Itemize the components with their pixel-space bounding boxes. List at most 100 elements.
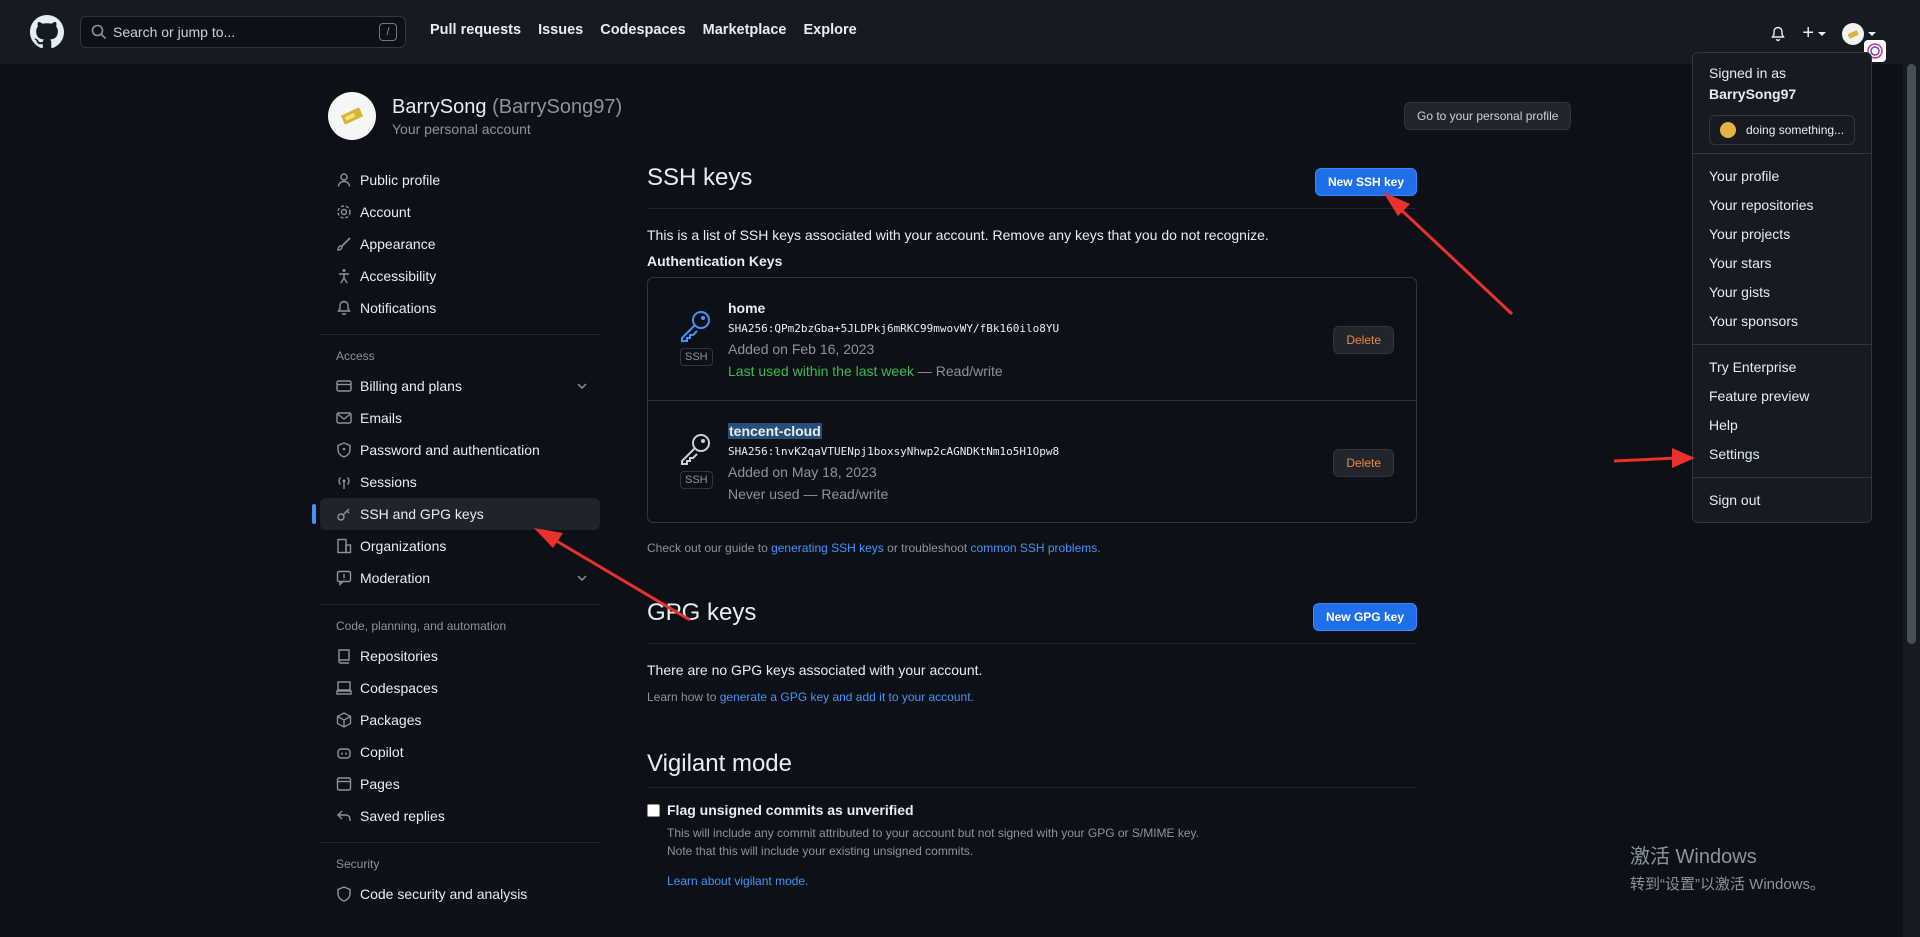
sidebar-item-packages[interactable]: Packages <box>320 704 600 736</box>
main-content: SSH keys New SSH key This is a list of S… <box>647 164 1417 888</box>
sidebar-item-billing[interactable]: Billing and plans <box>320 370 600 402</box>
nav-marketplace[interactable]: Marketplace <box>703 22 787 38</box>
reply-icon <box>337 810 351 821</box>
vigilant-section: Vigilant mode Flag unsigned commits as u… <box>647 750 1417 888</box>
nav-explore[interactable]: Explore <box>803 22 856 38</box>
sidebar-item-label: Organizations <box>360 538 447 554</box>
sidebar-item-pages[interactable]: Pages <box>320 768 600 800</box>
key-icon <box>681 311 710 342</box>
menu-sign-out[interactable]: Sign out <box>1693 486 1871 515</box>
sidebar-item-appearance[interactable]: Appearance <box>320 228 600 260</box>
ssh-badge: SSH <box>680 348 713 366</box>
profile-username: (BarrySong97) <box>492 95 623 118</box>
guide-mid: or troubleshoot <box>883 541 971 555</box>
sidebar-item-ssh-gpg-keys[interactable]: SSH and GPG keys <box>312 498 600 530</box>
credit-card-icon <box>336 380 352 392</box>
sidebar-item-saved-replies[interactable]: Saved replies <box>320 800 600 832</box>
smiley-icon <box>1720 122 1736 138</box>
sidebar-item-codespaces[interactable]: Codespaces <box>320 672 600 704</box>
user-dropdown-menu: Signed in as BarrySong97 doing something… <box>1692 52 1872 523</box>
key-icon <box>681 434 710 465</box>
sidebar-item-public-profile[interactable]: Public profile <box>320 164 600 196</box>
nav-codespaces[interactable]: Codespaces <box>600 22 685 38</box>
menu-settings[interactable]: Settings <box>1693 440 1871 469</box>
sidebar-group-security: Security <box>320 842 600 878</box>
accessibility-icon <box>339 269 349 284</box>
delete-key-button[interactable]: Delete <box>1333 449 1394 477</box>
gpg-learn-text: Learn how to generate a GPG key and add … <box>647 690 1417 704</box>
search-input[interactable]: Search or jump to... / <box>80 16 406 48</box>
arrow-to-settings <box>1613 448 1695 468</box>
sidebar-item-label: Sessions <box>360 474 417 490</box>
avatar-image-icon <box>1847 29 1859 39</box>
new-gpg-key-button[interactable]: New GPG key <box>1312 603 1417 631</box>
sidebar-item-sessions[interactable]: Sessions <box>320 466 600 498</box>
sidebar-group-code: Code, planning, and automation <box>320 604 600 640</box>
sidebar-item-code-security[interactable]: Code security and analysis <box>320 878 600 910</box>
caret-down-icon <box>1868 31 1876 36</box>
nav-issues[interactable]: Issues <box>538 22 583 38</box>
repo-icon <box>338 649 350 664</box>
new-ssh-key-button[interactable]: New SSH key <box>1314 168 1417 196</box>
vigilant-desc-line2: Note that this will include your existin… <box>667 844 974 858</box>
vigilant-title: Vigilant mode <box>647 750 1417 788</box>
sidebar-item-accessibility[interactable]: Accessibility <box>320 260 600 292</box>
shield-icon <box>337 886 351 902</box>
sidebar-item-label: Packages <box>360 712 422 728</box>
menu-your-projects[interactable]: Your projects <box>1693 220 1871 249</box>
sidebar-item-label: Billing and plans <box>360 378 462 394</box>
create-new-button[interactable]: + <box>1802 22 1826 45</box>
flag-unsigned-checkbox[interactable] <box>647 803 660 817</box>
status-text: doing something... <box>1746 123 1845 137</box>
generating-ssh-keys-link[interactable]: generating SSH keys <box>771 541 884 555</box>
menu-feature-preview[interactable]: Feature preview <box>1693 382 1871 411</box>
scrollbar-thumb[interactable] <box>1907 64 1916 644</box>
menu-help[interactable]: Help <box>1693 411 1871 440</box>
bell-icon[interactable] <box>1770 26 1786 42</box>
ssh-section-header: SSH keys New SSH key <box>647 164 1417 209</box>
gpg-empty-text: There are no GPG keys associated with yo… <box>647 662 983 678</box>
menu-your-repositories[interactable]: Your repositories <box>1693 191 1871 220</box>
page-scrollbar[interactable] <box>1903 0 1920 937</box>
generate-gpg-key-link[interactable]: generate a GPG key and add it to your ac… <box>720 690 971 704</box>
nav-pull-requests[interactable]: Pull requests <box>430 22 521 38</box>
sidebar-item-organizations[interactable]: Organizations <box>320 530 600 562</box>
delete-key-button[interactable]: Delete <box>1333 326 1394 354</box>
menu-your-profile[interactable]: Your profile <box>1693 162 1871 191</box>
signed-in-label: Signed in as <box>1709 65 1787 81</box>
gpg-section-header: GPG keys New GPG key <box>647 599 1417 644</box>
sidebar-item-label: Emails <box>360 410 403 426</box>
bell-icon <box>337 300 351 316</box>
profile-subtitle: Your personal account <box>392 120 531 137</box>
set-status-button[interactable]: doing something... <box>1709 115 1855 145</box>
key-last-used: Never used <box>728 486 800 502</box>
ssh-key-list: SSH home SHA256:QPm2bzGba+5JLDPkj6mRKC99… <box>647 277 1417 523</box>
sidebar-item-notifications[interactable]: Notifications <box>320 292 600 324</box>
learn-vigilant-link[interactable]: Learn about vigilant mode. <box>667 874 808 888</box>
menu-your-stars[interactable]: Your stars <box>1693 249 1871 278</box>
common-ssh-problems-link[interactable]: common SSH problems <box>971 541 1098 555</box>
sidebar-item-label: Repositories <box>360 648 438 664</box>
sidebar-item-account[interactable]: Account <box>320 196 600 228</box>
menu-your-sponsors[interactable]: Your sponsors <box>1693 307 1871 336</box>
codespaces-icon <box>336 681 352 695</box>
sidebar-item-copilot[interactable]: Copilot <box>320 736 600 768</box>
display-name[interactable]: BarrySong <box>392 96 487 118</box>
menu-your-gists[interactable]: Your gists <box>1693 278 1871 307</box>
github-logo-icon[interactable] <box>30 15 64 49</box>
global-header: Search or jump to... / Pull requests Iss… <box>0 0 1920 64</box>
key-last-used: Last used within the last week <box>728 363 914 379</box>
watermark-line2: 转到“设置”以激活 Windows。 <box>1630 876 1826 893</box>
learn-suffix: . <box>970 690 974 704</box>
sidebar-item-emails[interactable]: Emails <box>320 402 600 434</box>
menu-try-enterprise[interactable]: Try Enterprise <box>1693 353 1871 382</box>
sidebar-item-moderation[interactable]: Moderation <box>320 562 600 594</box>
menu-divider <box>1693 344 1871 345</box>
sidebar-item-repositories[interactable]: Repositories <box>320 640 600 672</box>
go-to-profile-button[interactable]: Go to your personal profile <box>1404 102 1572 130</box>
sidebar-item-password-authentication[interactable]: Password and authentication <box>320 434 600 466</box>
person-icon <box>337 173 351 187</box>
profile-name: BarrySong (BarrySong97) <box>392 96 622 119</box>
ssh-guide-text: Check out our guide to generating SSH ke… <box>647 541 1417 555</box>
flag-unsigned-label[interactable]: Flag unsigned commits as unverified <box>667 802 914 818</box>
